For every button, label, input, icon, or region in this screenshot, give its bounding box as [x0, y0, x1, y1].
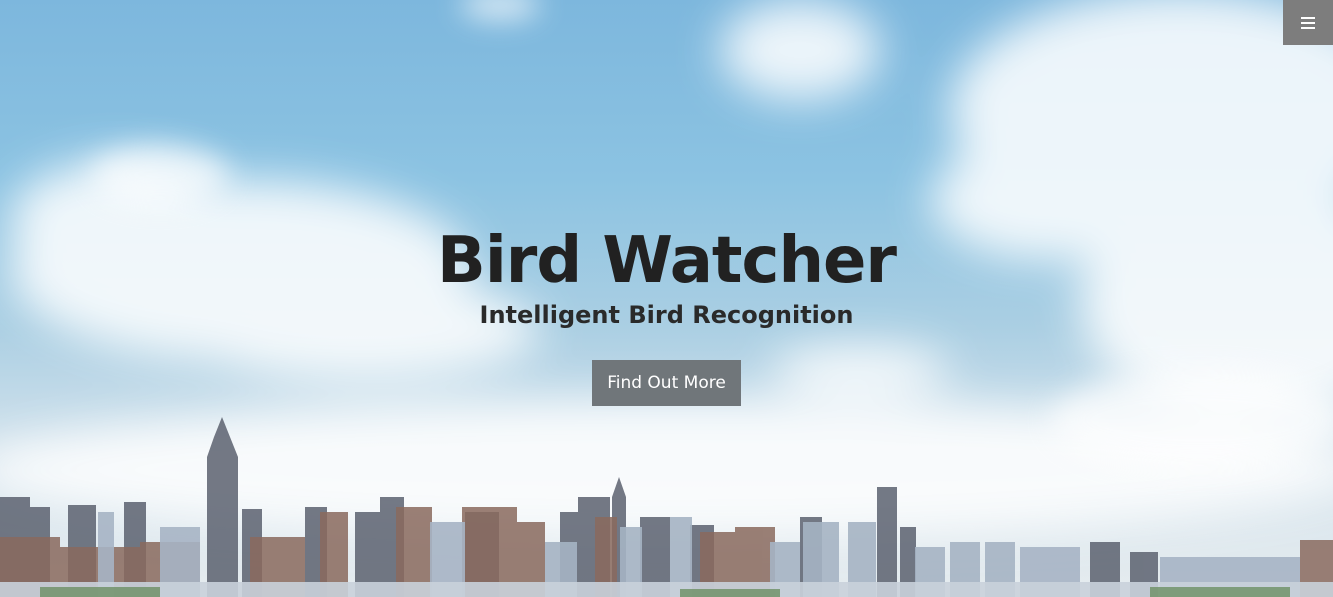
- hero-section: Bird Watcher Intelligent Bird Recognitio…: [0, 0, 1333, 597]
- city-skyline-image: [0, 417, 1333, 597]
- find-out-more-button[interactable]: Find Out More: [592, 360, 741, 406]
- hero-subtitle: Intelligent Bird Recognition: [479, 301, 854, 329]
- hero-content: Bird Watcher Intelligent Bird Recognitio…: [0, 222, 1333, 406]
- menu-toggle-button[interactable]: [1283, 0, 1333, 45]
- hamburger-menu-icon: [1301, 16, 1315, 29]
- hero-title: Bird Watcher: [437, 224, 897, 298]
